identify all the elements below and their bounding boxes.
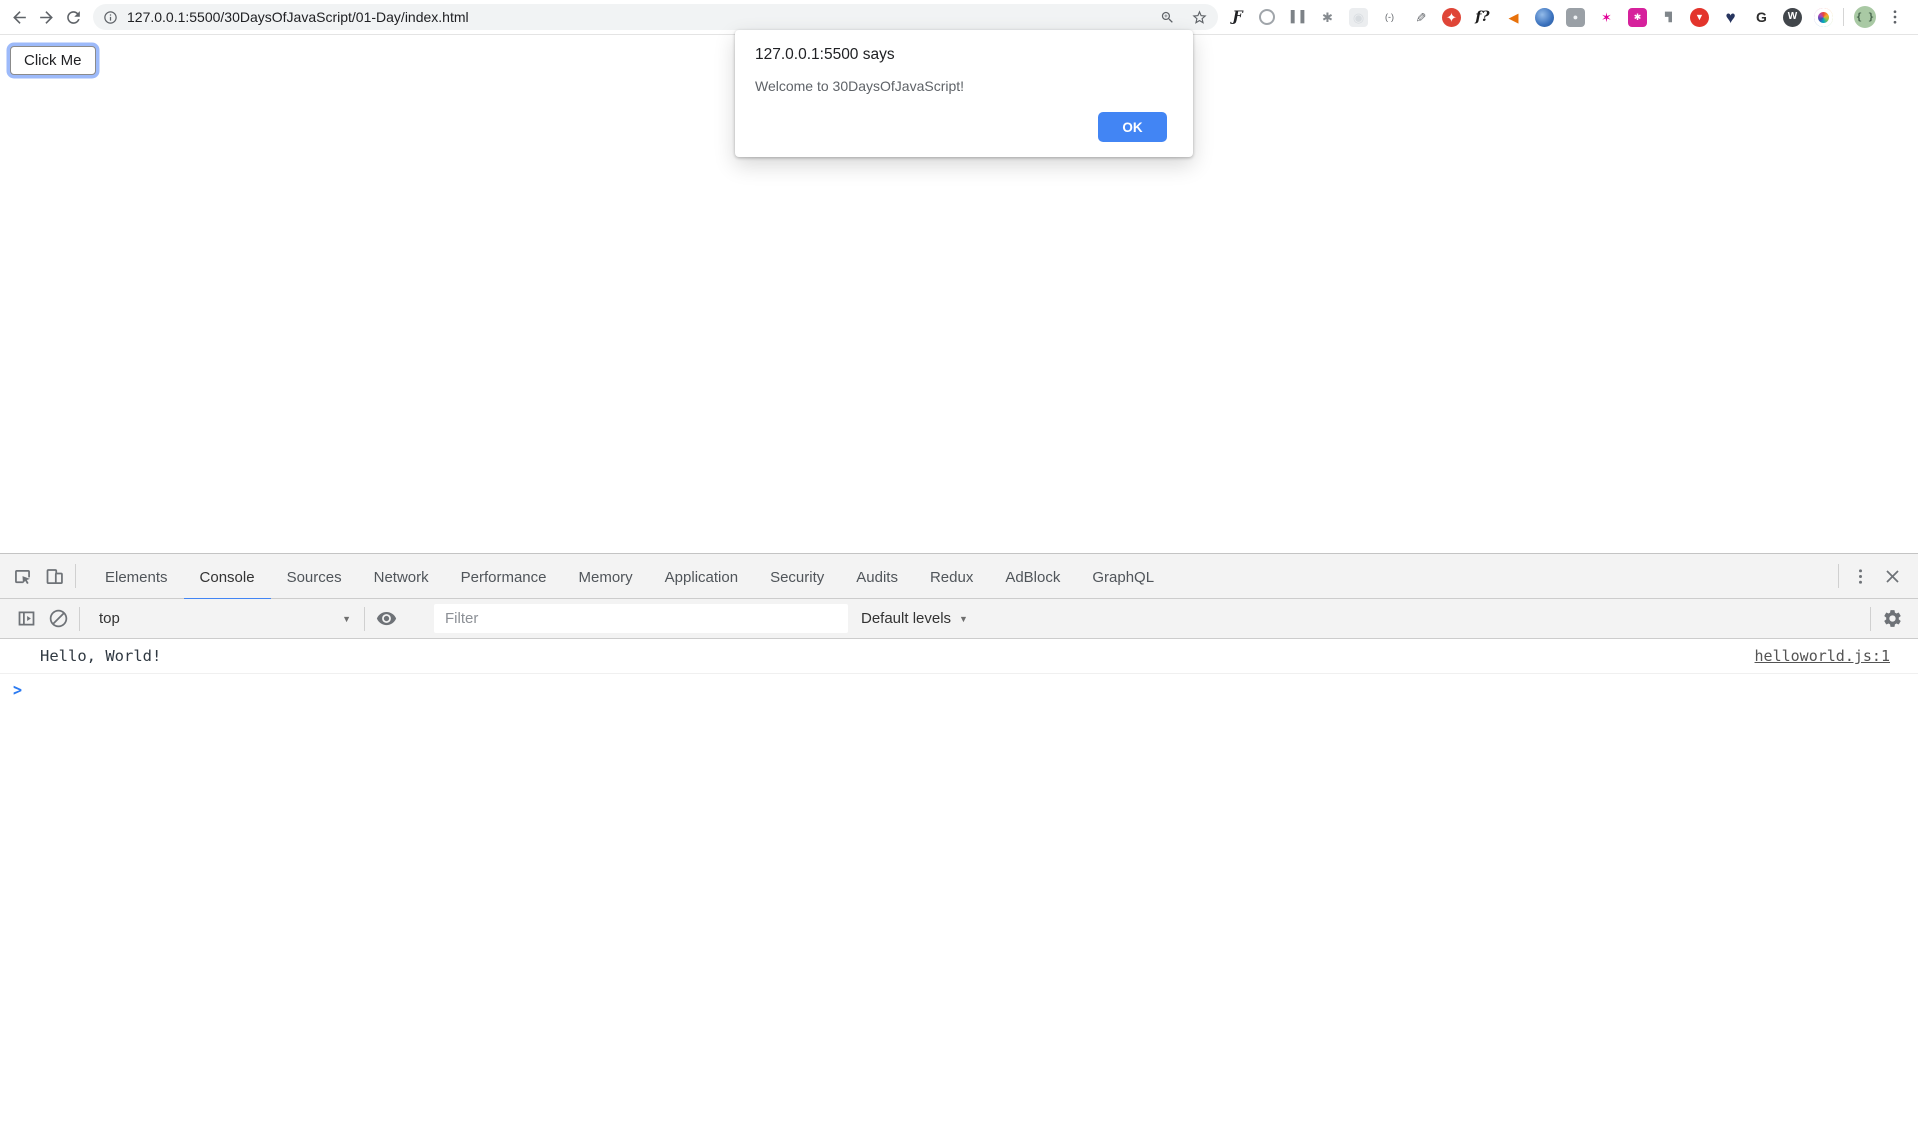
reload-button[interactable] <box>60 4 87 31</box>
inspect-element-button[interactable] <box>6 561 38 591</box>
toolbar-divider <box>1843 8 1844 26</box>
black-g-extension-icon[interactable]: G <box>1752 8 1771 27</box>
browser-menu-button[interactable] <box>1882 4 1908 30</box>
camera-extension-icon[interactable]: ● <box>1566 8 1585 27</box>
red-hand-extension-icon[interactable]: ✦ <box>1442 8 1461 27</box>
tab-adblock[interactable]: AdBlock <box>989 554 1076 601</box>
chevron-down-icon: ▼ <box>342 614 351 624</box>
reload-icon <box>64 8 83 27</box>
click-me-button[interactable]: Click Me <box>10 46 96 75</box>
tab-network[interactable]: Network <box>358 554 445 601</box>
dialog-message: Welcome to 30DaysOfJavaScript! <box>755 78 1173 94</box>
tab-redux[interactable]: Redux <box>914 554 989 601</box>
back-arrow-icon <box>10 8 29 27</box>
devtools-panel: ElementsConsoleSourcesNetworkPerformance… <box>0 553 1918 1146</box>
alert-dialog: 127.0.0.1:5500 says Welcome to 30DaysOfJ… <box>735 30 1193 157</box>
tab-graphql[interactable]: GraphQL <box>1076 554 1170 601</box>
split-bars-extension-icon[interactable]: ▌▐ <box>1287 8 1306 27</box>
divider <box>364 607 365 631</box>
devtools-menu-button[interactable] <box>1844 561 1876 591</box>
console-source-link[interactable]: helloworld.js:1 <box>1755 647 1890 665</box>
forward-arrow-icon <box>37 8 56 27</box>
tab-audits[interactable]: Audits <box>840 554 914 601</box>
devtools-close-button[interactable] <box>1876 561 1908 591</box>
graphql-extension-icon[interactable]: ✶ <box>1597 8 1616 27</box>
devtools-tabs: ElementsConsoleSourcesNetworkPerformance… <box>89 554 1170 598</box>
red-bookmark-extension-icon[interactable]: ▼ <box>1690 8 1709 27</box>
log-levels-dropdown[interactable]: Default levels ▼ <box>861 610 968 627</box>
divider <box>1870 607 1871 631</box>
browser-window: 127.0.0.1:5500/30DaysOfJavaScript/01-Day… <box>0 0 1918 1146</box>
tab-memory[interactable]: Memory <box>563 554 649 601</box>
eye-icon <box>376 608 397 629</box>
corner-blocks-extension-icon[interactable]: ▜ <box>1659 8 1678 27</box>
paren-dash-extension-icon[interactable]: (-) <box>1380 8 1399 27</box>
faded-grid-extension-icon[interactable]: ◉ <box>1349 8 1368 27</box>
dialog-title: 127.0.0.1:5500 says <box>755 46 1173 64</box>
dark-w-extension-icon[interactable]: W <box>1783 8 1802 27</box>
profile-avatar[interactable]: { } <box>1854 6 1876 28</box>
rainbow-ring-extension-icon[interactable] <box>1814 8 1833 27</box>
site-info-icon[interactable] <box>103 10 118 25</box>
kebab-menu-icon <box>1850 566 1871 587</box>
tab-sources[interactable]: Sources <box>271 554 358 601</box>
extensions-row: Ƒ ▌▐ ✱ ◉ (-) ✎ ✦ f? ◀ ● ✶ ✱ ▜ ▼ ♥ GW <box>1228 8 1833 27</box>
device-icon <box>44 566 65 587</box>
bug-extension-icon[interactable]: ✱ <box>1318 8 1337 27</box>
tab-security[interactable]: Security <box>754 554 840 601</box>
close-icon <box>1882 566 1903 587</box>
devtools-tab-bar: ElementsConsoleSourcesNetworkPerformance… <box>0 554 1918 599</box>
block-icon <box>48 608 69 629</box>
console-prompt[interactable]: > <box>0 674 1918 699</box>
console-settings-button[interactable] <box>1876 604 1908 634</box>
console-message-row: Hello, World! helloworld.js:1 <box>0 639 1918 674</box>
divider <box>75 564 76 588</box>
console-filter-input[interactable] <box>434 604 848 633</box>
context-label: top <box>99 610 120 627</box>
log-levels-label: Default levels <box>861 610 951 627</box>
forward-button[interactable] <box>33 4 60 31</box>
eyedropper-extension-icon[interactable]: ✎ <box>1411 8 1430 27</box>
ok-button[interactable]: OK <box>1098 112 1167 142</box>
device-toolbar-button[interactable] <box>38 561 70 591</box>
tab-elements[interactable]: Elements <box>89 554 184 601</box>
f-question-extension-icon[interactable]: f? <box>1473 8 1492 27</box>
tab-console[interactable]: Console <box>184 554 271 601</box>
url-bar[interactable]: 127.0.0.1:5500/30DaysOfJavaScript/01-Day… <box>93 4 1218 30</box>
kebab-menu-icon <box>1886 8 1904 26</box>
fonts-ninja-extension-icon[interactable]: Ƒ <box>1228 8 1247 27</box>
blue-orb-extension-icon[interactable] <box>1535 8 1554 27</box>
bookmark-star-icon[interactable] <box>1191 9 1208 26</box>
sidebar-panel-icon <box>16 608 37 629</box>
clear-console-button[interactable] <box>42 604 74 634</box>
navy-heart-extension-icon[interactable]: ♥ <box>1721 8 1740 27</box>
console-output: Hello, World! helloworld.js:1 <box>0 639 1918 674</box>
zoom-icon[interactable] <box>1160 10 1175 25</box>
megaphone-extension-icon[interactable]: ◀ <box>1504 8 1523 27</box>
console-sidebar-toggle-button[interactable] <box>10 604 42 634</box>
url-text[interactable]: 127.0.0.1:5500/30DaysOfJavaScript/01-Day… <box>127 9 1160 25</box>
inspect-cursor-icon <box>12 566 33 587</box>
prompt-chevron-icon: > <box>13 680 22 700</box>
gear-icon <box>1882 608 1903 629</box>
tab-performance[interactable]: Performance <box>445 554 563 601</box>
console-toolbar: top ▼ Default levels ▼ <box>0 599 1918 639</box>
javascript-context-dropdown[interactable]: top ▼ <box>85 610 359 627</box>
divider <box>1838 564 1839 588</box>
console-message-text: Hello, World! <box>40 647 161 665</box>
pink-gear-extension-icon[interactable]: ✱ <box>1628 8 1647 27</box>
back-button[interactable] <box>6 4 33 31</box>
live-expression-button[interactable] <box>370 604 402 634</box>
gray-dial-extension-icon[interactable] <box>1259 9 1275 25</box>
chevron-down-icon: ▼ <box>959 614 968 624</box>
divider <box>79 607 80 631</box>
tab-application[interactable]: Application <box>649 554 754 601</box>
